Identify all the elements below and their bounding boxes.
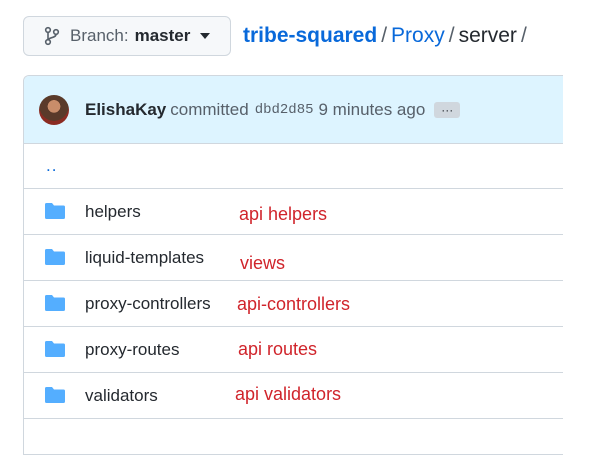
breadcrumb-proxy-link[interactable]: Proxy [391,24,445,47]
breadcrumb-separator: / [520,24,527,47]
annotation-text: views [240,253,286,273]
avatar[interactable] [39,94,69,125]
breadcrumb-current: server [458,24,517,47]
annotation-text: api validators [235,384,342,404]
git-branch-icon [44,26,60,46]
branch-select-button[interactable]: Branch: master [23,16,231,56]
file-name-link[interactable]: proxy-routes [85,340,179,360]
annotation-text: api routes [238,339,318,359]
branch-name: master [134,26,191,45]
commit-author[interactable]: ElishaKay [85,100,166,120]
commit-sha[interactable]: dbd2d85 [255,102,314,118]
commit-verb: committed [170,99,249,119]
file-name-link[interactable]: validators [85,386,158,406]
parent-directory-link[interactable]: .. [46,156,57,176]
caret-down-icon [200,33,211,39]
file-name-link[interactable]: helpers [85,202,141,222]
breadcrumb-separator: / [381,24,388,47]
folder-icon [44,386,66,404]
breadcrumb-repo-link[interactable]: tribe-squared [243,24,377,47]
folder-icon [44,294,66,312]
commit-details-button[interactable]: ··· [434,101,461,118]
file-row[interactable]: liquid-templates [24,235,563,281]
parent-directory-row[interactable]: .. [24,144,563,189]
folder-icon [44,340,66,358]
file-name-link[interactable]: liquid-templates [85,248,204,268]
annotation-text: api-controllers [237,294,351,314]
breadcrumb: tribe-squared / Proxy / server / [243,24,531,48]
file-name-link[interactable]: proxy-controllers [85,294,211,314]
annotation-text: api helpers [239,204,328,224]
branch-label: Branch: [70,26,129,45]
breadcrumb-separator: / [448,24,455,47]
commit-time: 9 minutes ago [318,99,426,119]
folder-icon [44,248,66,266]
folder-icon [44,202,66,220]
latest-commit-bar: ElishaKay committed dbd2d85 9 minutes ag… [24,76,563,144]
